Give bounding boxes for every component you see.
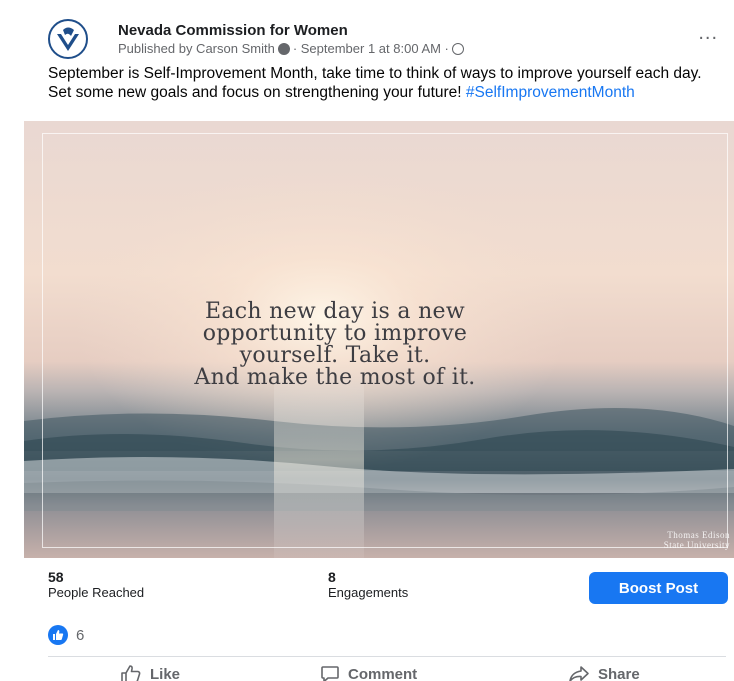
boost-post-button[interactable]: Boost Post [589,572,728,604]
published-time[interactable]: · September 1 at 8:00 AM · [293,41,449,56]
like-reaction-icon [48,625,68,645]
reached-count: 58 [48,569,64,585]
share-label: Share [598,665,640,681]
quote-line: yourself. Take it. [239,343,431,368]
university-watermark: Thomas Edison State University [664,530,730,550]
share-button[interactable]: Share [568,662,640,681]
reaction-count: 6 [76,626,85,644]
like-button[interactable]: Like [120,662,180,681]
watermark-line: Thomas Edison [667,530,730,540]
globe-icon [451,42,464,55]
hashtag-link[interactable]: #SelfImprovementMonth [466,84,635,101]
page-name-link[interactable]: Nevada Commission for Women [118,22,348,39]
people-reached-stat[interactable]: 58 People Reached [48,569,144,600]
published-by: Published by Carson Smith [118,41,275,56]
comment-button[interactable]: Comment [320,662,417,681]
reached-label: People Reached [48,585,145,600]
post-caption: September is Self-Improvement Month, tak… [48,64,720,102]
quote-line: And make the most of it. [194,365,476,390]
more-options-icon[interactable]: ... [698,23,718,43]
facebook-post: Nevada Commission for Women Published by… [0,0,734,681]
post-meta: Published by Carson Smith · September 1 … [118,41,464,56]
page-avatar[interactable] [48,19,88,59]
reactions-summary[interactable]: 6 [48,625,84,645]
watermark-line: State University [663,540,730,550]
commission-logo [52,23,84,55]
engagements-count: 8 [328,569,336,585]
quote-text: Each new day is a new opportunity to imp… [24,301,646,389]
post-header: Nevada Commission for Women Published by… [48,19,728,59]
share-arrow-icon [569,666,589,681]
actions-divider [48,656,726,657]
thumbs-up-icon [121,665,141,681]
engagements-label: Engagements [328,585,409,600]
privacy-info-icon[interactable] [277,42,290,55]
post-image[interactable]: Each new day is a new opportunity to imp… [24,121,734,558]
quote-line: opportunity to improve [202,321,468,346]
comment-bubble-icon [321,666,339,681]
engagements-stat[interactable]: 8 Engagements [328,569,408,600]
quote-line: Each new day is a new [204,299,466,324]
comment-label: Comment [348,665,418,681]
like-label: Like [150,665,181,681]
